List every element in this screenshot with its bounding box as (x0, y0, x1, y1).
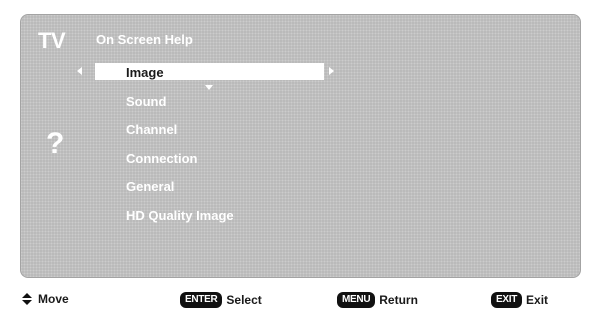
help-menu: Image Sound Channel Connection General H… (20, 14, 581, 278)
menu-key-icon[interactable]: MENU (337, 292, 376, 308)
menu-item-channel[interactable]: Channel (126, 122, 177, 137)
menu-item-connection[interactable]: Connection (126, 151, 198, 166)
enter-key-icon[interactable]: ENTER (180, 292, 223, 308)
chevron-right-icon[interactable] (329, 67, 334, 75)
move-label: Move (38, 292, 69, 306)
exit-key-icon[interactable]: EXIT (491, 292, 523, 308)
select-label: Select (226, 293, 262, 307)
return-label: Return (379, 293, 418, 307)
footer-hint-bar: Move ENTER Select MENU Return EXIT Exit (20, 282, 581, 318)
up-down-arrows-icon (22, 293, 32, 305)
chevron-down-icon (205, 85, 213, 90)
return-hint[interactable]: MENU Return (337, 292, 418, 308)
chevron-left-icon[interactable] (77, 67, 82, 75)
select-hint[interactable]: ENTER Select (180, 292, 262, 308)
exit-hint[interactable]: EXIT Exit (491, 292, 548, 308)
move-hint: Move (22, 292, 69, 306)
menu-item-sound[interactable]: Sound (126, 94, 166, 109)
menu-item-hd-quality-image[interactable]: HD Quality Image (126, 208, 234, 223)
menu-item-image[interactable]: Image (126, 65, 164, 80)
exit-label: Exit (526, 293, 549, 307)
menu-item-general[interactable]: General (126, 179, 174, 194)
osd-screen: TV On Screen Help ? Image Sound Channel … (20, 14, 581, 278)
